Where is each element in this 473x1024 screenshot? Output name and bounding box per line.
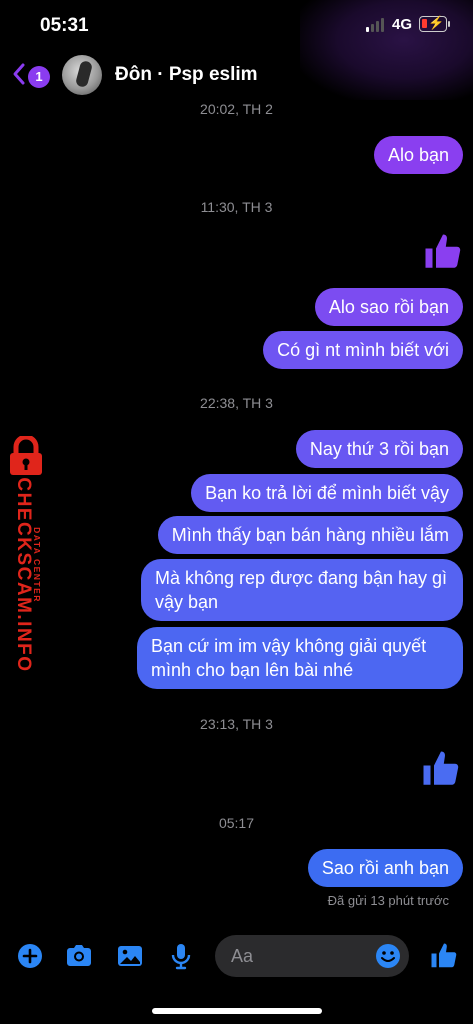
- message-bubble[interactable]: Mình thấy bạn bán hàng nhiều lắm: [157, 516, 463, 554]
- chat-header: 1 Đôn · Psp eslim: [0, 52, 473, 100]
- message-bubble[interactable]: Bạn ko trả lời để mình biết vậy: [191, 474, 463, 512]
- message-input[interactable]: [231, 944, 371, 968]
- battery-icon: ⚡: [419, 15, 447, 32]
- message-bubble[interactable]: Có gì nt mình biết với: [263, 331, 463, 369]
- home-indicator: [152, 1008, 322, 1014]
- status-time: 05:31: [40, 15, 89, 36]
- camera-icon[interactable]: [64, 941, 94, 971]
- message-bubble[interactable]: Alo bạn: [373, 136, 463, 174]
- message-input-container[interactable]: [215, 935, 409, 977]
- thumbs-up-icon[interactable]: [429, 941, 459, 971]
- plus-icon[interactable]: [15, 941, 45, 971]
- message-bubble[interactable]: Alo sao rồi bạn: [314, 288, 463, 326]
- back-chevron-icon[interactable]: [12, 62, 26, 86]
- message-bubble[interactable]: Nay thứ 3 rồi bạn: [295, 430, 463, 468]
- watermark-subtext: DATA CENTER: [32, 527, 42, 603]
- thumbs-up-icon[interactable]: [420, 748, 462, 790]
- avatar[interactable]: [62, 55, 102, 95]
- timestamp: 20:02, TH 2: [200, 101, 273, 117]
- composer-bar: [0, 930, 473, 982]
- signal-icon: [366, 18, 386, 32]
- contact-name[interactable]: Đôn · Psp eslim: [115, 64, 258, 86]
- timestamp: 22:38, TH 3: [200, 395, 273, 411]
- thumbs-up-icon[interactable]: [422, 231, 464, 273]
- message-bubble[interactable]: Mà không rep được đang bận hay gì vậy bạ…: [141, 559, 463, 621]
- microphone-icon[interactable]: [166, 941, 196, 971]
- timestamp: 05:17: [218, 815, 255, 831]
- watermark: CHECKSCAM.INFO DATA CENTER: [0, 436, 56, 673]
- seen-status: Đã gửi 13 phút trước: [327, 893, 449, 908]
- watermark-text: CHECKSCAM.INFO: [13, 477, 34, 673]
- message-bubble[interactable]: Bạn cứ im im vậy không giải quyết mình c…: [137, 627, 463, 689]
- image-icon[interactable]: [115, 941, 145, 971]
- message-bubble[interactable]: Sao rồi anh bạn: [307, 849, 463, 887]
- unread-badge[interactable]: 1: [28, 66, 50, 88]
- timestamp: 23:13, TH 3: [200, 716, 273, 732]
- network-type: 4G: [392, 16, 413, 33]
- emoji-icon[interactable]: [375, 943, 401, 969]
- status-bar: 05:31 4G ⚡: [0, 0, 473, 100]
- timestamp: 11:30, TH 3: [200, 199, 273, 215]
